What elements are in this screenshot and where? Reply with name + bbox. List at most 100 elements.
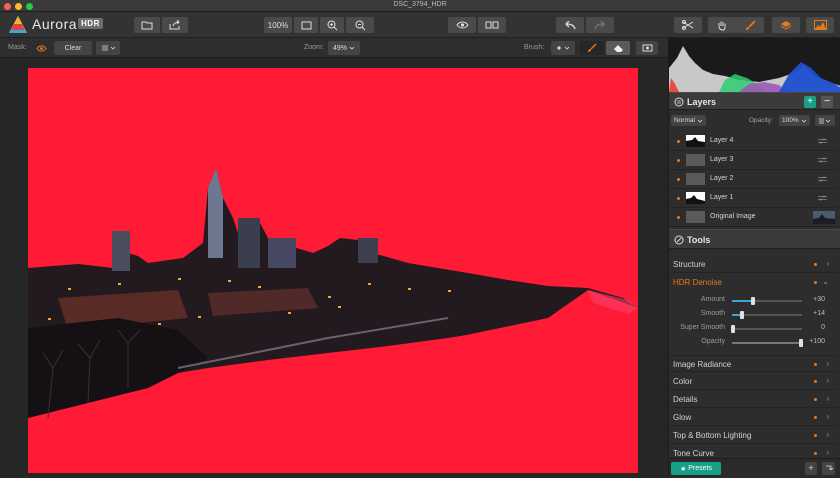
layer-active-dot — [677, 178, 680, 181]
slider-label: Amount — [700, 296, 725, 303]
tool-section-image-radiance[interactable]: Image Radiance › — [669, 355, 837, 372]
opacity-slider-row[interactable]: Opacity +100 — [669, 336, 837, 350]
hand-icon — [718, 21, 726, 31]
layer-item[interactable]: Layer 2 — [669, 170, 837, 189]
zoom-100-button[interactable]: 100% — [264, 17, 292, 33]
layer-item[interactable]: Layer 4 — [669, 132, 837, 151]
eraser-button[interactable] — [606, 41, 630, 55]
hand-button[interactable] — [708, 17, 736, 33]
photo-preview[interactable] — [28, 68, 638, 473]
amount-slider[interactable] — [732, 297, 802, 305]
layer-item[interactable]: Original Image — [669, 208, 837, 227]
tool-active-dot — [814, 363, 817, 366]
zoom-out-icon — [355, 20, 365, 30]
paint-brush-button[interactable] — [580, 41, 604, 55]
zoom-value: 49% — [332, 44, 347, 52]
opacity-slider[interactable] — [732, 339, 803, 347]
mask-tool-icon — [642, 44, 652, 52]
refresh-presets-button[interactable] — [822, 462, 835, 475]
slider-knob[interactable] — [799, 339, 803, 347]
smooth-slider[interactable] — [732, 311, 802, 319]
layer-settings-icon[interactable] — [818, 157, 827, 163]
slider-knob[interactable] — [740, 311, 744, 319]
undo-button[interactable] — [556, 17, 584, 33]
layers-title: Layers — [687, 97, 717, 107]
layer-item[interactable]: Layer 1 — [669, 189, 837, 208]
super-smooth-slider[interactable] — [731, 325, 802, 333]
mask-tool-button[interactable] — [636, 41, 658, 55]
panel-footer: ★ Presets + — [669, 458, 840, 478]
slider-knob[interactable] — [751, 297, 755, 305]
layer-settings-icon[interactable] — [818, 138, 827, 144]
amount-slider-row[interactable]: Amount +30 — [669, 294, 837, 308]
tool-section-hdr-denoise[interactable]: HDR Denoise ⌄ — [669, 274, 837, 291]
tool-section-label: Tone Curve — [673, 449, 714, 458]
app-logo-text: Aurora HDR — [32, 16, 103, 32]
slider-value: +14 — [813, 310, 825, 317]
blend-mode-value: Normal — [674, 117, 695, 124]
zoom-in-button[interactable] — [320, 17, 344, 33]
brush-settings-button[interactable] — [551, 41, 575, 55]
layers-button[interactable] — [772, 17, 800, 33]
histogram-button[interactable] — [806, 17, 834, 33]
smooth-slider-row[interactable]: Smooth +14 — [669, 308, 837, 322]
add-layer-button[interactable]: + — [804, 96, 816, 108]
layers-panel-icon — [674, 97, 684, 107]
image-canvas[interactable] — [0, 58, 668, 478]
layer-active-dot — [677, 140, 680, 143]
brush-settings-icon — [557, 46, 570, 50]
layer-item[interactable]: Layer 3 — [669, 151, 837, 170]
slider-knob[interactable] — [731, 325, 735, 333]
redo-button[interactable] — [586, 17, 614, 33]
open-button[interactable] — [134, 17, 160, 33]
tool-section-tone-curve[interactable]: Tone Curve › — [669, 445, 837, 459]
layer-active-dot — [677, 197, 680, 200]
layer-name: Original Image — [710, 213, 756, 220]
slider-value: 0 — [821, 324, 825, 331]
chevron-down-icon: ⌄ — [822, 277, 829, 286]
blend-mode-select[interactable]: Normal — [671, 115, 706, 126]
aurora-logo-icon — [9, 16, 27, 33]
tools-title: Tools — [687, 235, 711, 245]
zoom-out-button[interactable] — [346, 17, 374, 33]
chevron-right-icon: › — [826, 412, 829, 421]
fit-screen-button[interactable] — [294, 17, 318, 33]
crop-icon — [682, 20, 694, 30]
star-icon: ★ — [679, 465, 687, 473]
tool-section-glow[interactable]: Glow › — [669, 409, 837, 426]
clear-mask-button[interactable]: Clear — [54, 41, 92, 55]
tool-section-label: Details — [673, 395, 698, 404]
add-preset-button[interactable]: + — [805, 462, 817, 475]
tool-active-dot — [814, 380, 817, 383]
mask-menu-button[interactable] — [96, 41, 120, 55]
brush-button[interactable] — [736, 17, 764, 33]
layer-settings-icon[interactable] — [818, 176, 827, 182]
layer-thumbnail — [686, 173, 705, 185]
crop-button[interactable] — [674, 17, 702, 33]
super-smooth-slider-row[interactable]: Super Smooth 0 — [669, 322, 837, 336]
presets-button[interactable]: ★ Presets — [671, 462, 721, 475]
preview-button[interactable] — [448, 17, 476, 33]
remove-layer-button[interactable]: − — [821, 96, 833, 108]
tool-section-color[interactable]: Color › — [669, 373, 837, 390]
tools-panel-header[interactable]: Tools — [669, 229, 840, 249]
zoom-select[interactable]: 49% — [328, 41, 360, 55]
tool-section-top-bottom-lighting[interactable]: Top & Bottom Lighting › — [669, 427, 837, 444]
share-icon — [169, 20, 180, 30]
zoom-in-icon — [327, 20, 337, 30]
menu-list-icon — [819, 118, 831, 123]
compare-button[interactable] — [478, 17, 506, 33]
layer-opacity-select[interactable]: 100% — [779, 115, 810, 126]
layers-panel-header[interactable]: Layers + − — [669, 92, 840, 110]
layer-name: Layer 2 — [710, 175, 734, 182]
main-toolbar: Aurora HDR 100% — [0, 12, 840, 38]
tool-section-details[interactable]: Details › — [669, 391, 837, 408]
tool-section-structure[interactable]: Structure › — [669, 256, 837, 273]
tool-section-label: Structure — [673, 260, 706, 269]
layer-settings-icon[interactable] — [818, 195, 827, 201]
layer-menu-button[interactable] — [815, 115, 835, 126]
share-button[interactable] — [162, 17, 188, 33]
slider-value: +100 — [809, 338, 825, 345]
histogram-graph — [669, 46, 840, 92]
mask-visibility-button[interactable] — [32, 41, 50, 55]
